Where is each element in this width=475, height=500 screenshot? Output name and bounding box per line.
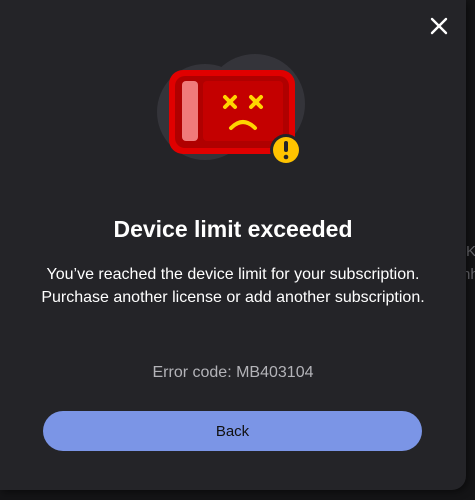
broken-device-icon [157,54,305,166]
dialog-message: You’ve reached the device limit for your… [41,266,425,306]
device-limit-dialog: Device limit exceeded You’ve reached the… [0,0,466,490]
close-icon [430,17,448,35]
close-button[interactable] [424,11,454,41]
back-button[interactable]: Back [43,411,422,451]
error-code-label: Error code: [152,364,232,381]
dialog-title: Device limit exceeded [113,216,353,242]
broken-device-illustration [155,52,310,182]
background-text-fragment: K [466,243,475,260]
warning-icon [270,134,302,166]
error-code-value: MB403104 [236,364,314,381]
error-code-line: Error code: MB403104 [0,364,466,382]
